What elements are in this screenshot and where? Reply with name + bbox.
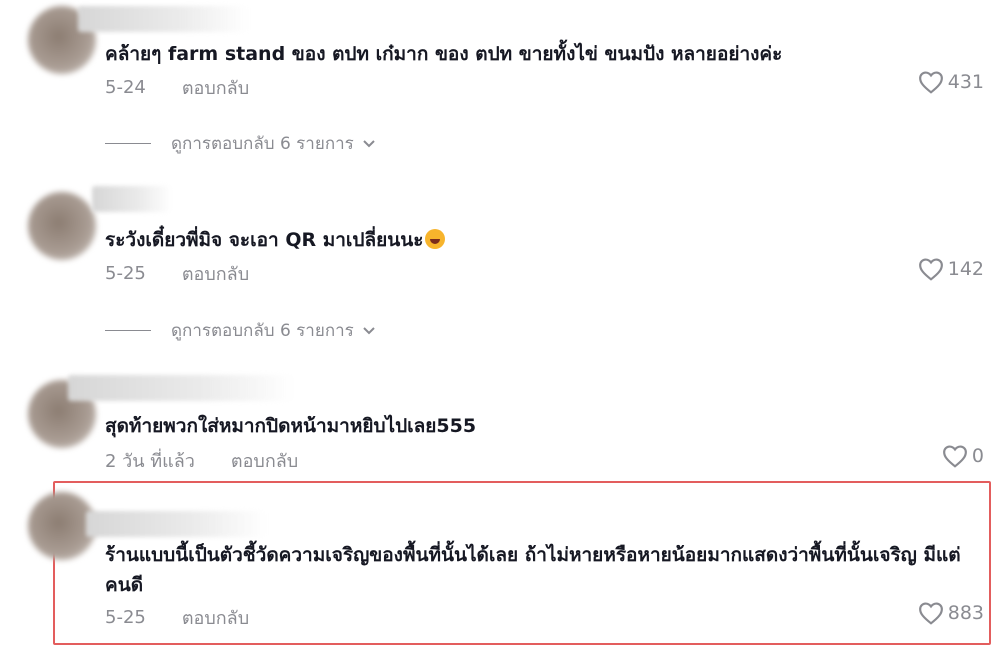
divider-line: [105, 330, 151, 331]
reply-button[interactable]: ตอบกลับ: [182, 259, 249, 288]
comment-text: สุดท้ายพวกใส่หมากปิดหน้ามาหยิบไปเลย555: [105, 415, 477, 437]
divider-line: [105, 143, 151, 144]
avatar[interactable]: [28, 192, 96, 260]
comment-meta: 5-25 ตอบกลับ: [105, 603, 249, 632]
comment-item: คล้ายๆ farm stand ของ ตปท เก๋มาก ของ ตปท…: [0, 0, 1000, 170]
comment-date: 5-25: [105, 607, 146, 628]
like-count: 142: [947, 258, 984, 280]
reply-button[interactable]: ตอบกลับ: [182, 603, 249, 632]
like-count: 0: [971, 445, 984, 467]
reply-button[interactable]: ตอบกลับ: [182, 73, 249, 102]
like-button[interactable]: 883: [918, 601, 984, 625]
rolling-laughing-emoji-icon: [425, 229, 446, 249]
view-replies-label: ดูการตอบกลับ 6 รายการ: [171, 321, 354, 341]
reply-button[interactable]: ตอบกลับ: [231, 446, 298, 475]
comment-text: ร้านแบบนี้เป็นตัวชี้วัดความเจริญของพื้นท…: [105, 544, 961, 596]
view-replies-label: ดูการตอบกลับ 6 รายการ: [171, 134, 354, 154]
chevron-down-icon: [363, 139, 375, 147]
chevron-down-icon: [363, 326, 375, 334]
like-button[interactable]: 0: [942, 444, 984, 468]
comment-meta: 2 วัน ที่แล้ว ตอบกลับ: [105, 446, 298, 475]
comment-date: 5-24: [105, 77, 146, 98]
comment-meta: 5-24 ตอบกลับ: [105, 73, 249, 102]
username-blurred[interactable]: [92, 186, 172, 212]
comment-text: คล้ายๆ farm stand ของ ตปท เก๋มาก ของ ตปท…: [105, 43, 783, 65]
comment-text-content: ระวังเดี๋ยวพี่มิจ จะเอา QR มาเปลี่ยนนะ: [105, 229, 424, 251]
like-count: 431: [947, 71, 984, 93]
like-count: 883: [947, 602, 984, 624]
heart-outline-icon: [918, 602, 943, 625]
heart-outline-icon: [918, 71, 943, 94]
like-button[interactable]: 142: [918, 257, 984, 281]
username-blurred[interactable]: [86, 511, 266, 537]
comment-date: 5-25: [105, 263, 146, 284]
heart-outline-icon: [918, 258, 943, 281]
view-replies-button[interactable]: ดูการตอบกลับ 6 รายการ: [105, 130, 376, 157]
username-blurred[interactable]: [68, 375, 293, 401]
comment-meta: 5-25 ตอบกลับ: [105, 259, 249, 288]
like-button[interactable]: 431: [918, 70, 984, 94]
view-replies-button[interactable]: ดูการตอบกลับ 6 รายการ: [105, 317, 376, 344]
comment-date: 2 วัน ที่แล้ว: [105, 451, 195, 472]
username-blurred[interactable]: [78, 6, 248, 32]
heart-outline-icon: [942, 445, 967, 468]
comment-text: ระวังเดี๋ยวพี่มิจ จะเอา QR มาเปลี่ยนนะ: [105, 225, 980, 255]
